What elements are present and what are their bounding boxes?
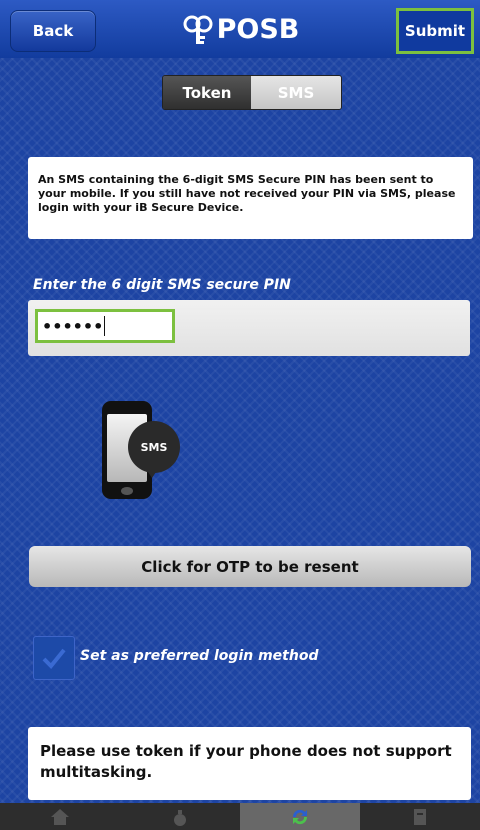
- auth-method-toggle: Token SMS: [162, 75, 342, 110]
- page-background: Back POSB Submit Token SMS An SMS contai…: [0, 0, 480, 830]
- home-icon: [51, 808, 69, 825]
- tab-token[interactable]: Token: [163, 76, 251, 109]
- money-bag-icon: [174, 809, 186, 826]
- posb-key-icon: [183, 15, 213, 44]
- resend-otp-button[interactable]: Click for OTP to be resent: [29, 546, 471, 587]
- preferred-login-label[interactable]: Set as preferred login method: [80, 648, 318, 664]
- pin-value: ••••••: [42, 316, 104, 336]
- text-cursor: [104, 316, 106, 336]
- sms-info-message: An SMS containing the 6-digit SMS Secure…: [28, 157, 473, 239]
- tab-bills[interactable]: [360, 803, 480, 830]
- header-bar: Back POSB Submit: [0, 0, 480, 58]
- phone-home-button: [121, 487, 133, 495]
- checkmark-icon: [42, 648, 66, 669]
- tab-money[interactable]: [120, 803, 240, 830]
- pin-label: Enter the 6 digit SMS secure PIN: [33, 277, 291, 293]
- bottom-tab-bar: [0, 803, 480, 830]
- sms-bubble-text: SMS: [140, 440, 168, 454]
- sms-bubble-icon: SMS: [128, 421, 180, 478]
- tab-transfer[interactable]: [240, 803, 360, 830]
- preferred-login-checkbox[interactable]: [33, 636, 75, 680]
- transfer-icon: [292, 809, 308, 824]
- sms-pin-input[interactable]: ••••••: [35, 309, 175, 343]
- submit-button[interactable]: Submit: [396, 8, 474, 54]
- brand-name: POSB: [216, 13, 300, 45]
- multitasking-note: Please use token if your phone does not …: [28, 727, 471, 800]
- tab-sms[interactable]: SMS: [251, 76, 341, 109]
- tab-home[interactable]: [0, 803, 120, 830]
- bill-icon: [414, 808, 426, 825]
